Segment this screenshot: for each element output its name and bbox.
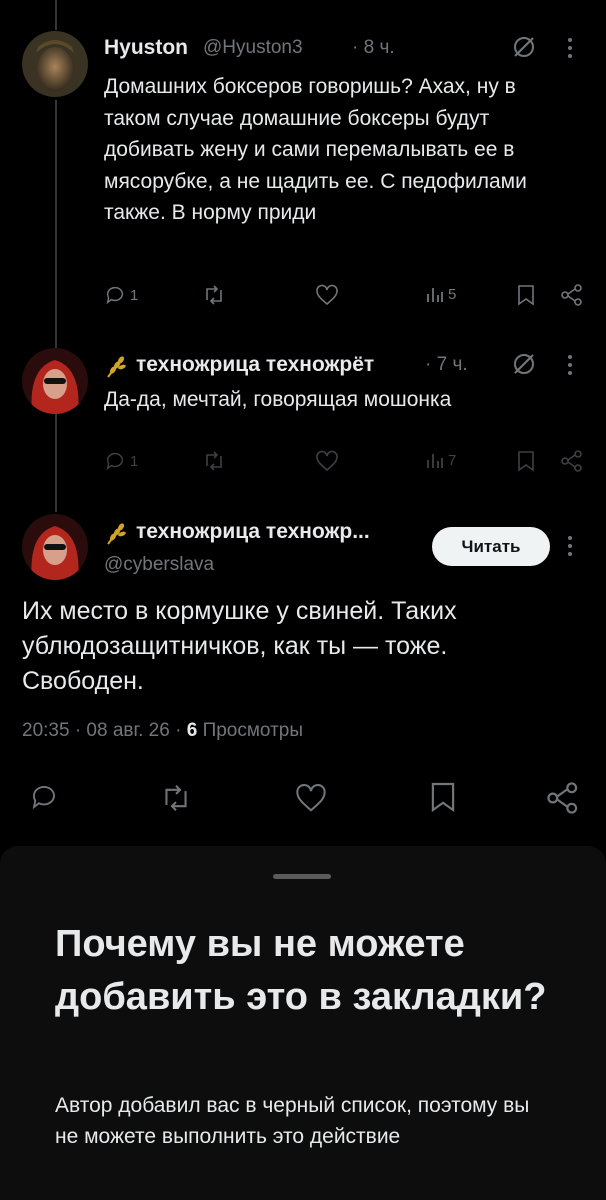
views-count: 6 bbox=[186, 720, 198, 741]
more-options-icon[interactable] bbox=[566, 534, 574, 563]
views-icon bbox=[427, 288, 443, 302]
grok-icon[interactable] bbox=[511, 34, 537, 65]
views-count: 7 bbox=[448, 451, 457, 469]
reply-icon[interactable] bbox=[28, 782, 60, 817]
retweet-button[interactable] bbox=[202, 450, 230, 472]
bookmark-icon[interactable] bbox=[430, 781, 456, 818]
reply-count: 1 bbox=[130, 452, 139, 470]
author-handle[interactable]: @cyberslava bbox=[104, 554, 214, 576]
more-options-icon[interactable] bbox=[566, 353, 574, 382]
thread-line-2 bbox=[55, 412, 57, 512]
author-name[interactable]: техножрица техножрёт bbox=[136, 353, 374, 377]
reply-button[interactable]: 1 bbox=[104, 284, 138, 306]
views-button[interactable]: 7 bbox=[424, 450, 456, 470]
retweet-icon bbox=[206, 451, 222, 471]
wheat-badge-icon bbox=[104, 355, 130, 384]
retweet-icon bbox=[206, 285, 222, 305]
more-options-icon[interactable] bbox=[566, 36, 574, 65]
reply-count: 1 bbox=[130, 286, 139, 304]
avatar-technozhritsa[interactable] bbox=[22, 348, 88, 414]
views-button[interactable]: 5 bbox=[424, 284, 456, 304]
reply-icon bbox=[106, 286, 124, 305]
sheet-title: Почему вы не можете добавить это в закла… bbox=[55, 923, 547, 1018]
views-count: 5 bbox=[448, 285, 457, 303]
tweet-timestamp-row: 20:35 · 08 авг. 26 · 6 Просмотры bbox=[22, 720, 303, 742]
tweet-timestamp: 20:35 · 08 авг. 26 · bbox=[22, 720, 182, 741]
grok-icon[interactable] bbox=[511, 351, 537, 382]
tweet-text: Да-да, мечтай, говорящая мошонка bbox=[104, 388, 452, 411]
heart-icon[interactable] bbox=[294, 783, 328, 818]
avatar-hyuston[interactable] bbox=[22, 31, 88, 97]
sheet-description: Автор добавил вас в черный список, поэто… bbox=[55, 1094, 530, 1148]
tweet-time: · 7 ч. bbox=[425, 354, 468, 375]
author-name[interactable]: техножрица техножр... bbox=[136, 520, 370, 544]
retweet-icon[interactable] bbox=[159, 783, 193, 818]
thread-line-1 bbox=[55, 100, 57, 348]
bookmark-icon[interactable] bbox=[517, 450, 535, 477]
author-handle[interactable]: @Hyuston3 bbox=[203, 37, 303, 59]
follow-button[interactable]: Читать bbox=[432, 527, 550, 566]
views-icon bbox=[427, 454, 443, 468]
like-button[interactable] bbox=[315, 450, 343, 472]
reply-button[interactable]: 1 bbox=[104, 450, 138, 472]
main-tweet-text: Их место в кормушке у свиней. Таких ублю… bbox=[22, 597, 457, 695]
author-name[interactable]: Hyuston bbox=[104, 36, 188, 60]
tweet-text: Домашних боксеров говоришь? Ахах, ну в т… bbox=[104, 75, 527, 224]
thread-line-top bbox=[55, 0, 57, 30]
bottom-sheet: Почему вы не можете добавить это в закла… bbox=[0, 846, 606, 1200]
heart-icon bbox=[316, 450, 338, 472]
like-button[interactable] bbox=[315, 284, 343, 306]
avatar-technozhritsa[interactable] bbox=[22, 514, 88, 580]
heart-icon bbox=[316, 284, 338, 306]
share-icon[interactable] bbox=[547, 782, 579, 819]
retweet-button[interactable] bbox=[202, 284, 230, 306]
views-label: Просмотры bbox=[202, 720, 303, 741]
sheet-drag-handle[interactable] bbox=[273, 874, 331, 879]
share-icon[interactable] bbox=[561, 450, 583, 477]
share-icon[interactable] bbox=[561, 284, 583, 311]
bookmark-icon[interactable] bbox=[517, 284, 535, 311]
tweet-time: · 8 ч. bbox=[352, 37, 395, 58]
reply-icon bbox=[106, 452, 124, 471]
wheat-badge-icon bbox=[104, 522, 130, 551]
